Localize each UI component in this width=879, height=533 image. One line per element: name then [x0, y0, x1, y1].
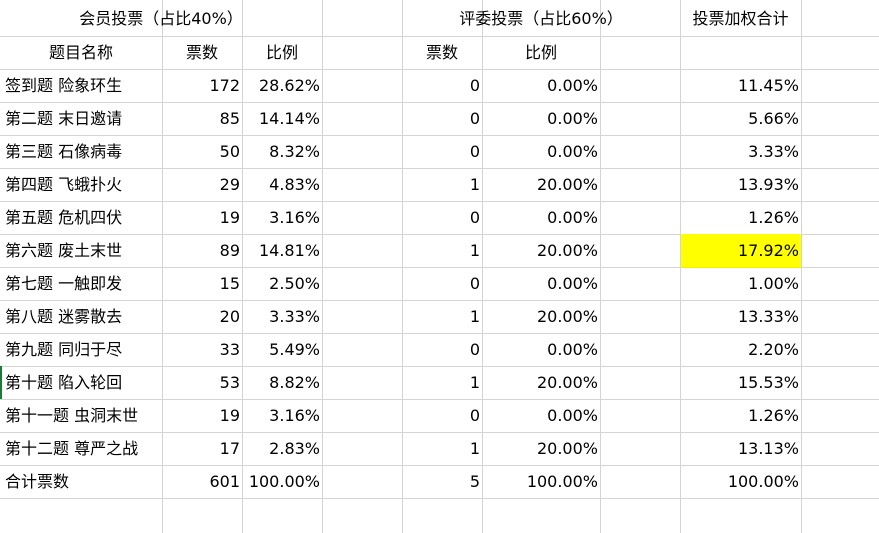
cell-judge-ratio[interactable]: 0.00%	[482, 201, 600, 234]
cell-member-votes[interactable]: 89	[162, 234, 242, 267]
cell-judge-ratio[interactable]: 0.00%	[482, 267, 600, 300]
cell-weighted-total[interactable]: 100.00%	[680, 465, 801, 498]
cell-judge-votes[interactable]: 1	[402, 432, 482, 465]
cell-member-votes[interactable]: 19	[162, 399, 242, 432]
cell-member-ratio[interactable]: 100.00%	[242, 465, 322, 498]
cell-member-ratio[interactable]: 14.81%	[242, 234, 322, 267]
cell-weighted-total[interactable]: 13.93%	[680, 168, 801, 201]
cell-judge-votes[interactable]: 1	[402, 366, 482, 399]
cell-judge-votes[interactable]: 0	[402, 333, 482, 366]
cell-weighted-total[interactable]: 11.45%	[680, 69, 801, 102]
cell-member-ratio[interactable]: 2.50%	[242, 267, 322, 300]
gridline	[0, 498, 879, 499]
cell-member-ratio[interactable]: 3.16%	[242, 201, 322, 234]
cell-judge-votes[interactable]: 0	[402, 135, 482, 168]
cell-weighted-total[interactable]: 13.33%	[680, 300, 801, 333]
cell-member-votes[interactable]: 53	[162, 366, 242, 399]
header-weighted-total[interactable]: 投票加权合计	[680, 0, 801, 36]
cell-member-ratio[interactable]: 8.32%	[242, 135, 322, 168]
cell-title[interactable]: 第五题 危机四伏	[0, 201, 162, 234]
cell-member-votes[interactable]: 172	[162, 69, 242, 102]
cell-title[interactable]: 第十二题 尊严之战	[0, 432, 162, 465]
cell-member-ratio[interactable]: 4.83%	[242, 168, 322, 201]
cell-judge-votes[interactable]: 5	[402, 465, 482, 498]
cell-judge-votes[interactable]: 0	[402, 69, 482, 102]
cell-member-votes[interactable]: 33	[162, 333, 242, 366]
cell-member-votes[interactable]: 19	[162, 201, 242, 234]
header-judge-vote[interactable]: 评委投票（占比60%）	[402, 0, 680, 36]
cell-member-votes[interactable]: 50	[162, 135, 242, 168]
cell-title[interactable]: 第二题 末日邀请	[0, 102, 162, 135]
cell-judge-votes[interactable]: 0	[402, 267, 482, 300]
cell-member-ratio[interactable]: 2.83%	[242, 432, 322, 465]
cell-member-votes[interactable]: 15	[162, 267, 242, 300]
cell-title[interactable]: 第十一题 虫洞末世	[0, 399, 162, 432]
cell-title[interactable]: 第八题 迷雾散去	[0, 300, 162, 333]
cell-title[interactable]: 合计票数	[0, 465, 162, 498]
cell-judge-ratio[interactable]: 0.00%	[482, 399, 600, 432]
cell-member-votes[interactable]: 29	[162, 168, 242, 201]
header-member-vote[interactable]: 会员投票（占比40%）	[0, 0, 322, 36]
cell-judge-ratio[interactable]: 0.00%	[482, 333, 600, 366]
col-header-judge-votes[interactable]: 票数	[402, 36, 482, 69]
cell-member-ratio[interactable]: 28.62%	[242, 69, 322, 102]
cell-judge-ratio[interactable]: 20.00%	[482, 366, 600, 399]
cell-member-ratio[interactable]: 14.14%	[242, 102, 322, 135]
cell-title[interactable]: 签到题 险象环生	[0, 69, 162, 102]
cell-judge-ratio[interactable]: 100.00%	[482, 465, 600, 498]
cell-judge-ratio[interactable]: 20.00%	[482, 300, 600, 333]
cell-judge-ratio[interactable]: 0.00%	[482, 69, 600, 102]
cell-member-ratio[interactable]: 3.16%	[242, 399, 322, 432]
cell-title[interactable]: 第六题 废土末世	[0, 234, 162, 267]
cell-title[interactable]: 第三题 石像病毒	[0, 135, 162, 168]
cell-member-votes[interactable]: 601	[162, 465, 242, 498]
cell-judge-ratio[interactable]: 0.00%	[482, 102, 600, 135]
cell-judge-votes[interactable]: 0	[402, 102, 482, 135]
cell-weighted-total[interactable]: 1.26%	[680, 201, 801, 234]
cell-judge-votes[interactable]: 0	[402, 201, 482, 234]
cell-member-votes[interactable]: 17	[162, 432, 242, 465]
cell-member-ratio[interactable]: 8.82%	[242, 366, 322, 399]
spreadsheet-grid: 会员投票（占比40%） 评委投票（占比60%） 投票加权合计 题目名称 票数 比…	[0, 0, 879, 533]
cell-title[interactable]: 第七题 一触即发	[0, 267, 162, 300]
cell-weighted-total[interactable]: 13.13%	[680, 432, 801, 465]
cell-judge-ratio[interactable]: 0.00%	[482, 135, 600, 168]
cell-member-votes[interactable]: 85	[162, 102, 242, 135]
cell-weighted-total[interactable]: 5.66%	[680, 102, 801, 135]
col-header-member-ratio[interactable]: 比例	[242, 36, 322, 69]
cell-judge-votes[interactable]: 1	[402, 234, 482, 267]
cell-title[interactable]: 第四题 飞蛾扑火	[0, 168, 162, 201]
cell-title[interactable]: 第九题 同归于尽	[0, 333, 162, 366]
cell-weighted-total[interactable]: 3.33%	[680, 135, 801, 168]
cell-title[interactable]: 第十题 陷入轮回	[0, 366, 162, 399]
cell-judge-votes[interactable]: 0	[402, 399, 482, 432]
cell-member-votes[interactable]: 20	[162, 300, 242, 333]
cell-member-ratio[interactable]: 5.49%	[242, 333, 322, 366]
cell-judge-ratio[interactable]: 20.00%	[482, 168, 600, 201]
cell-weighted-total[interactable]: 2.20%	[680, 333, 801, 366]
col-header-title[interactable]: 题目名称	[0, 36, 162, 69]
cell-judge-votes[interactable]: 1	[402, 168, 482, 201]
cell-weighted-total[interactable]: 1.00%	[680, 267, 801, 300]
cell-weighted-total[interactable]: 1.26%	[680, 399, 801, 432]
cell-judge-votes[interactable]: 1	[402, 300, 482, 333]
cell-weighted-total[interactable]: 15.53%	[680, 366, 801, 399]
col-header-member-votes[interactable]: 票数	[162, 36, 242, 69]
col-header-judge-ratio[interactable]: 比例	[482, 36, 600, 69]
cell-weighted-total[interactable]: 17.92%	[681, 234, 801, 267]
cell-judge-ratio[interactable]: 20.00%	[482, 432, 600, 465]
cell-member-ratio[interactable]: 3.33%	[242, 300, 322, 333]
cell-judge-ratio[interactable]: 20.00%	[482, 234, 600, 267]
